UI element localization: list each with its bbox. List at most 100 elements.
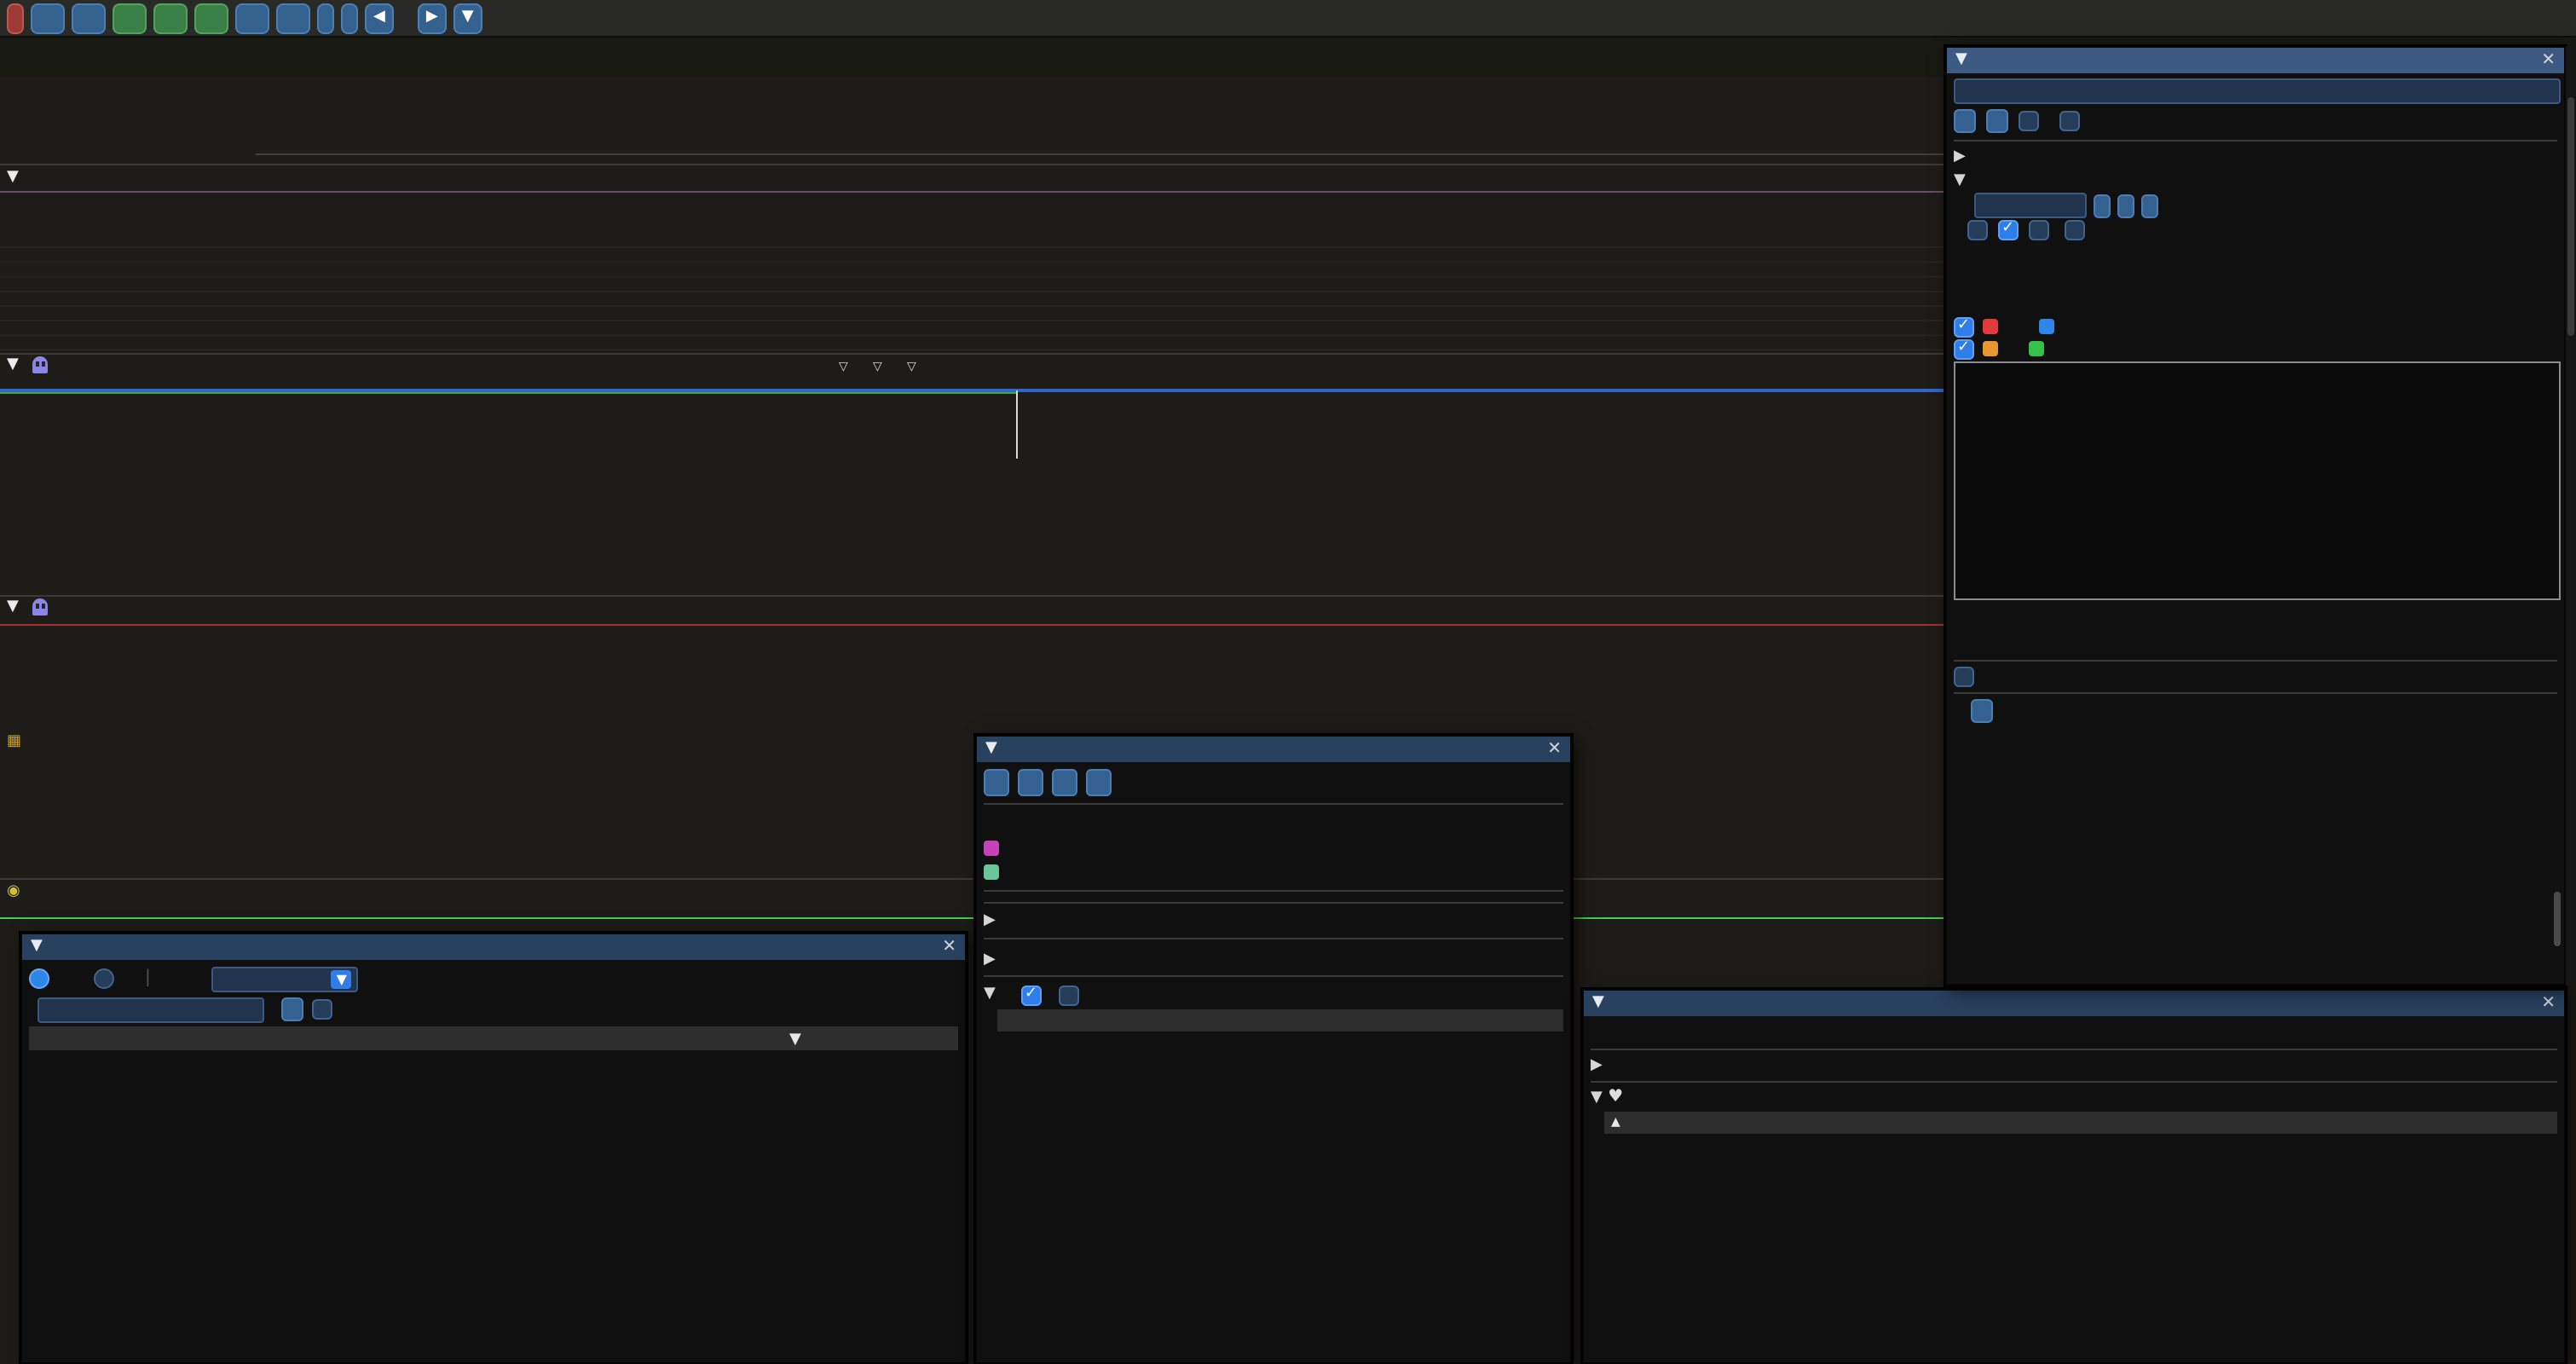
- filter-input[interactable]: [38, 997, 264, 1022]
- memory-button[interactable]: [194, 3, 228, 33]
- divider: [0, 878, 1945, 880]
- collapse-icon: ▼: [7, 170, 19, 186]
- find-zone-input[interactable]: [1954, 78, 2561, 104]
- exclude-children-checkbox[interactable]: [1059, 985, 1079, 1005]
- options-button[interactable]: [31, 3, 65, 33]
- memory-titlebar[interactable]: ▼ ✕: [1584, 991, 2564, 1016]
- ghost-icon: [32, 598, 48, 616]
- prev-frame-button[interactable]: ◀: [365, 3, 394, 33]
- expand-icon: ▶: [1954, 148, 1966, 165]
- min-bin-minus-button[interactable]: [2094, 194, 2111, 217]
- cpu-usage-band: [0, 194, 1945, 232]
- clear-filter-button[interactable]: [281, 997, 303, 1021]
- close-icon[interactable]: ✕: [2541, 994, 2556, 1013]
- find-zone-button[interactable]: [113, 3, 147, 33]
- zone-info-titlebar[interactable]: ▼ ✕: [977, 737, 1570, 762]
- expand-icon: ▶: [984, 951, 996, 968]
- clear-button[interactable]: [1986, 108, 2008, 132]
- collapse-icon: ▼: [31, 939, 43, 955]
- close-icon[interactable]: ✕: [2541, 51, 2556, 70]
- ghost-icon: [32, 356, 48, 373]
- memory-table: [1604, 1135, 2557, 1357]
- active-allocations-expander[interactable]: ▼ ♥: [1591, 1088, 2557, 1109]
- min-bin-plus-button[interactable]: [2117, 194, 2134, 217]
- streamingmanager-header[interactable]: ▼: [7, 598, 48, 616]
- cpu-data-header[interactable]: ▼: [7, 170, 26, 186]
- instrumentation-radio[interactable]: [29, 968, 49, 989]
- messages-button[interactable]: [72, 3, 106, 33]
- find-zone-histogram[interactable]: [1955, 362, 2559, 598]
- cpu-rows: [0, 234, 1945, 351]
- next-frame-button[interactable]: ▶: [418, 3, 447, 33]
- allocations-list-expander[interactable]: ▶: [984, 949, 1563, 970]
- statistics-titlebar[interactable]: ▼ ✕: [22, 934, 965, 960]
- find-button[interactable]: [1954, 108, 1976, 132]
- power-button[interactable]: [7, 3, 24, 33]
- wait-regions-expander[interactable]: ▶: [984, 910, 1563, 932]
- collapse-icon: ▼: [7, 599, 19, 615]
- chevron-down-icon: ▼: [332, 969, 352, 988]
- zone-statistics-button[interactable]: [1052, 769, 1077, 796]
- zoom-to-zone-button[interactable]: [984, 769, 1009, 796]
- cumulate-time-checkbox[interactable]: [2029, 220, 2049, 240]
- sampling-radio[interactable]: [94, 968, 114, 989]
- glthread-header[interactable]: ▼: [7, 356, 48, 373]
- memory-totals: [1591, 1021, 2557, 1043]
- main-toolbar: ◀ ▶ ▼: [0, 0, 2576, 38]
- memory-usage-header[interactable]: ▦: [7, 733, 38, 750]
- limit-range-checkbox[interactable]: [312, 999, 332, 1020]
- frame-dropdown-button[interactable]: ▼: [453, 3, 482, 33]
- statistics-button[interactable]: [153, 3, 188, 33]
- info-button[interactable]: [276, 3, 310, 33]
- tools-button[interactable]: [317, 3, 334, 33]
- messages-expander[interactable]: ▼: [984, 982, 1563, 1008]
- clear-found-button[interactable]: [1971, 699, 1993, 723]
- matched-locations-expander[interactable]: ▶: [1954, 147, 2557, 168]
- limit-range-checkbox[interactable]: [2059, 110, 2080, 130]
- group-mean-swatch: [1983, 341, 1998, 356]
- zoom-button[interactable]: [341, 3, 358, 33]
- main-scrollbar-track[interactable]: [2564, 46, 2576, 985]
- cpu-usage-header[interactable]: ◉: [7, 883, 38, 900]
- log-time-checkbox[interactable]: [1998, 220, 2019, 240]
- find-zone-titlebar[interactable]: ▼ ✕: [1947, 48, 2564, 73]
- statistics-window: ▼ ✕ | ▼: [20, 933, 967, 1364]
- memory-table-header[interactable]: ▲: [1604, 1111, 2557, 1133]
- list-scrollbar[interactable]: [2554, 892, 2561, 946]
- timing-select[interactable]: ▼: [212, 966, 359, 991]
- group-lines-checkbox[interactable]: [1954, 338, 1974, 359]
- median-time-swatch: [2039, 319, 2054, 334]
- histogram-axis-ticks: [1954, 601, 2561, 613]
- close-icon[interactable]: ✕: [1547, 740, 1562, 759]
- source-button[interactable]: [1086, 769, 1112, 796]
- location-swatch: [984, 841, 999, 856]
- ignore-case-checkbox[interactable]: [2019, 110, 2039, 130]
- reset-button[interactable]: [2141, 194, 2158, 217]
- expand-icon: ▶: [1591, 1056, 1603, 1073]
- left-arrow-icon: ◀: [373, 10, 385, 26]
- zone-marker-icon: ▽: [907, 360, 916, 373]
- zone-end-marker: [1016, 390, 1018, 459]
- log-values-checkbox[interactable]: [1967, 220, 1988, 240]
- mean-lines-checkbox[interactable]: [1954, 316, 1974, 337]
- min-bin-input[interactable]: [1974, 193, 2087, 218]
- collapse-icon: ▼: [984, 987, 996, 1003]
- down-arrow-icon: ▼: [462, 10, 474, 26]
- cpu-data-underline: [0, 191, 1945, 193]
- histogram-expander[interactable]: ▼: [1954, 170, 2557, 191]
- compare-button[interactable]: [235, 3, 269, 33]
- collapse-icon: ▼: [1592, 996, 1604, 1011]
- running-line: [0, 392, 1016, 394]
- group-median-swatch: [2029, 341, 2044, 356]
- go-to-parent-button[interactable]: [1018, 769, 1043, 796]
- time-relative-checkbox[interactable]: [1021, 985, 1042, 1005]
- self-time-checkbox[interactable]: [2065, 220, 2085, 240]
- main-scrollbar-thumb[interactable]: [2567, 97, 2574, 336]
- close-icon[interactable]: ✕: [942, 938, 956, 957]
- statistics-table-header[interactable]: ▼: [29, 1026, 958, 1050]
- memory-window: ▼ ✕ ▶ ▼ ♥ ▲: [1582, 989, 2566, 1364]
- allocations-expander[interactable]: ▶: [1591, 1055, 2557, 1076]
- cpu-usage-line: [0, 917, 1945, 919]
- expand-icon: ▶: [984, 912, 996, 929]
- show-zone-time-checkbox[interactable]: [1954, 666, 1974, 686]
